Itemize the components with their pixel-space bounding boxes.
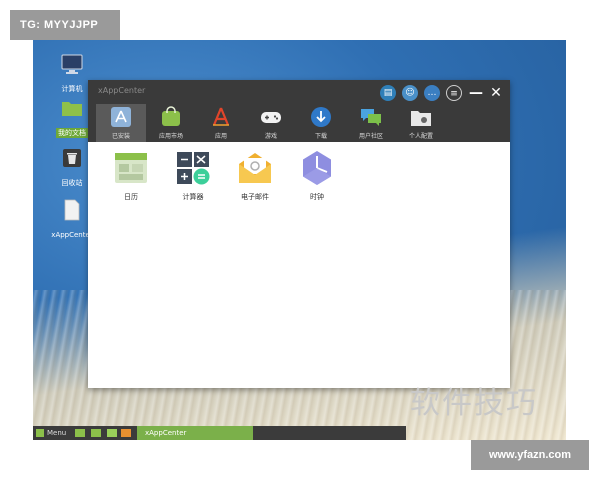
screenshot-stage: TG: MYYJJPP 计算机 我的文档 回收站 xAppCenter xApp… bbox=[0, 0, 600, 480]
clock-icon bbox=[303, 151, 331, 185]
app-center-icon[interactable] bbox=[121, 429, 131, 437]
desktop-icon-label: 回收站 bbox=[61, 179, 83, 187]
tab-downloads[interactable]: 下载 bbox=[296, 104, 346, 142]
tab-games[interactable]: 游戏 bbox=[246, 104, 296, 142]
telegram-badge: TG: MYYJJPP bbox=[10, 10, 120, 40]
calculator-icon bbox=[177, 152, 210, 185]
tab-installed[interactable]: 已安装 bbox=[96, 104, 146, 142]
tab-label: 应用 bbox=[214, 133, 227, 140]
file-manager-icon[interactable] bbox=[107, 429, 117, 437]
site-badge: www.yfazn.com bbox=[471, 440, 589, 470]
tab-label: 下载 bbox=[314, 133, 327, 140]
folder-icon bbox=[62, 102, 82, 116]
download-icon bbox=[311, 107, 331, 127]
menu-logo-icon bbox=[36, 429, 44, 437]
user-icon[interactable]: ☺ bbox=[402, 85, 418, 101]
menu-button[interactable]: Menu bbox=[47, 426, 66, 440]
watermark: 软件技巧 bbox=[410, 386, 538, 421]
app-label: 电子邮件 bbox=[241, 193, 269, 201]
tab-personal-settings[interactable]: 个人配置 bbox=[396, 104, 446, 142]
folder-icon[interactable] bbox=[75, 429, 85, 437]
folder-icon[interactable] bbox=[91, 429, 101, 437]
taskbar: Menu xAppCenter bbox=[33, 426, 406, 440]
minimize-button[interactable]: — bbox=[468, 85, 484, 101]
tab-apps[interactable]: 应用 bbox=[196, 104, 246, 142]
tab-label: 游戏 bbox=[264, 133, 277, 140]
tab-label: 用户社区 bbox=[358, 133, 383, 140]
app-calculator[interactable]: 计算器 bbox=[168, 150, 218, 202]
notes-icon[interactable]: ▤ bbox=[380, 85, 396, 101]
message-icon[interactable]: … bbox=[424, 85, 440, 101]
app-label: 计算器 bbox=[182, 193, 204, 201]
desktop-icon-label: 计算机 bbox=[61, 85, 83, 93]
app-label: 日历 bbox=[124, 193, 138, 201]
apps-icon bbox=[212, 107, 230, 126]
task-xappcenter[interactable]: xAppCenter bbox=[137, 426, 253, 440]
app-label: 时钟 bbox=[310, 193, 324, 201]
tab-app-market[interactable]: 应用市场 bbox=[146, 104, 196, 142]
tab-label: 个人配置 bbox=[408, 133, 433, 140]
app-email[interactable]: 电子邮件 bbox=[230, 150, 280, 202]
folder-settings-icon bbox=[411, 111, 431, 126]
recycle-bin-icon bbox=[63, 149, 81, 167]
file-icon bbox=[64, 199, 80, 221]
window-title: xAppCenter bbox=[98, 86, 146, 95]
app-calendar[interactable]: 日历 bbox=[106, 150, 156, 202]
tab-label: 应用市场 bbox=[158, 133, 183, 140]
monitor-icon bbox=[61, 54, 83, 74]
window-titlebar[interactable]: xAppCenter ▤ ☺ … ≡ — ✕ 已安装 应用市场 应用 游戏 下载… bbox=[88, 80, 510, 142]
market-bag-icon bbox=[162, 106, 180, 126]
desktop-icon-label: 我的文档 bbox=[56, 128, 88, 138]
app-clock[interactable]: 时钟 bbox=[292, 150, 342, 202]
close-button[interactable]: ✕ bbox=[488, 85, 504, 101]
chat-bubbles-icon bbox=[361, 109, 381, 126]
xappcenter-window: xAppCenter ▤ ☺ … ≡ — ✕ 已安装 应用市场 应用 游戏 下载… bbox=[88, 80, 510, 388]
app-store-icon bbox=[111, 107, 131, 127]
menu-icon[interactable]: ≡ bbox=[446, 85, 462, 101]
mail-icon bbox=[239, 153, 271, 183]
tab-label: 已安装 bbox=[111, 133, 130, 140]
tab-community[interactable]: 用户社区 bbox=[346, 104, 396, 142]
calendar-icon bbox=[115, 153, 147, 183]
gamepad-icon bbox=[261, 112, 281, 123]
